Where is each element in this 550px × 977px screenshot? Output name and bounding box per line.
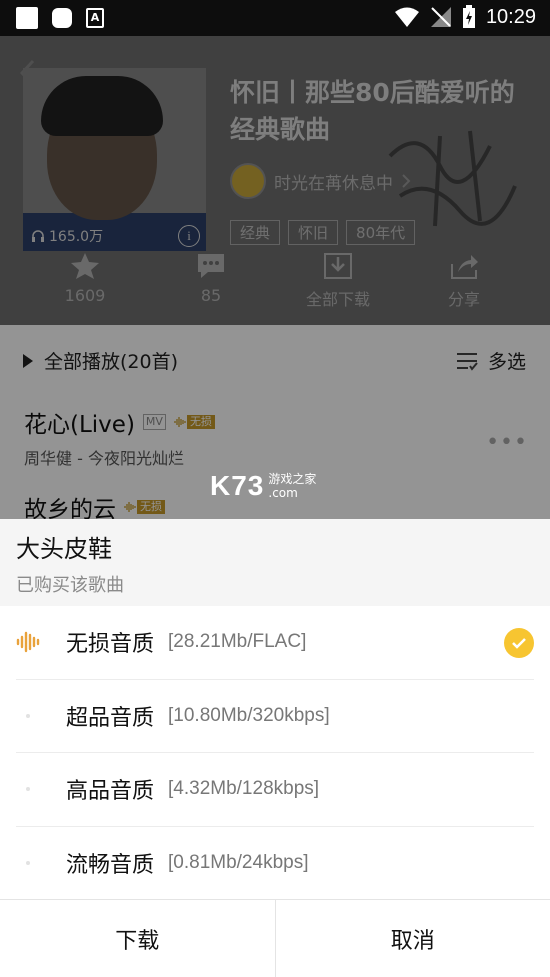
bullet-icon — [26, 713, 30, 718]
bullet-icon — [26, 860, 30, 865]
notification-icon — [16, 7, 38, 29]
site-watermark: K73 游戏之家 .com — [210, 470, 317, 501]
modal-backdrop[interactable] — [0, 36, 550, 519]
bullet-icon — [26, 787, 30, 791]
quality-detail: [4.32Mb/128kbps] — [168, 778, 320, 799]
keyboard-icon: A — [86, 8, 104, 28]
quality-option-lossless[interactable]: 无损音质 [28.21Mb/FLAC] — [16, 606, 534, 680]
download-quality-sheet: 大头皮鞋 已购买该歌曲 无损音质 [28.21Mb/FLAC] 超品音质 [10… — [0, 519, 550, 977]
sheet-header: 大头皮鞋 已购买该歌曲 — [0, 519, 550, 606]
notification-icon — [52, 8, 72, 28]
wifi-icon — [394, 7, 419, 27]
quality-option-high[interactable]: 高品音质 [4.32Mb/128kbps] — [16, 753, 534, 827]
cancel-button[interactable]: 取消 — [274, 900, 550, 977]
no-signal-icon — [430, 7, 451, 27]
battery-charging-icon — [462, 5, 475, 28]
quality-detail: [10.80Mb/320kbps] — [168, 704, 330, 726]
sheet-song-title: 大头皮鞋 — [16, 535, 112, 563]
quality-label: 超品音质 — [66, 705, 155, 731]
watermark-logo: K73 — [210, 470, 265, 501]
quality-detail: [0.81Mb/24kbps] — [168, 851, 309, 873]
quality-label: 高品音质 — [66, 779, 155, 804]
status-bar: A 10:29 — [0, 0, 550, 36]
quality-label: 流畅音质 — [66, 852, 155, 878]
checkmark-icon — [504, 628, 534, 658]
quality-option-smooth[interactable]: 流畅音质 [0.81Mb/24kbps] — [16, 827, 534, 901]
purchase-status: 已购买该歌曲 — [16, 575, 124, 596]
sheet-buttons: 下载 取消 — [0, 899, 550, 977]
quality-detail: [28.21Mb/FLAC] — [168, 631, 307, 652]
quality-option-super[interactable]: 超品音质 [10.80Mb/320kbps] — [16, 680, 534, 753]
clock: 10:29 — [485, 5, 536, 28]
quality-options: 无损音质 [28.21Mb/FLAC] 超品音质 [10.80Mb/320kbp… — [0, 606, 550, 900]
playing-waveform-icon — [16, 631, 40, 653]
quality-label: 无损音质 — [66, 632, 155, 657]
download-button[interactable]: 下载 — [0, 900, 275, 977]
